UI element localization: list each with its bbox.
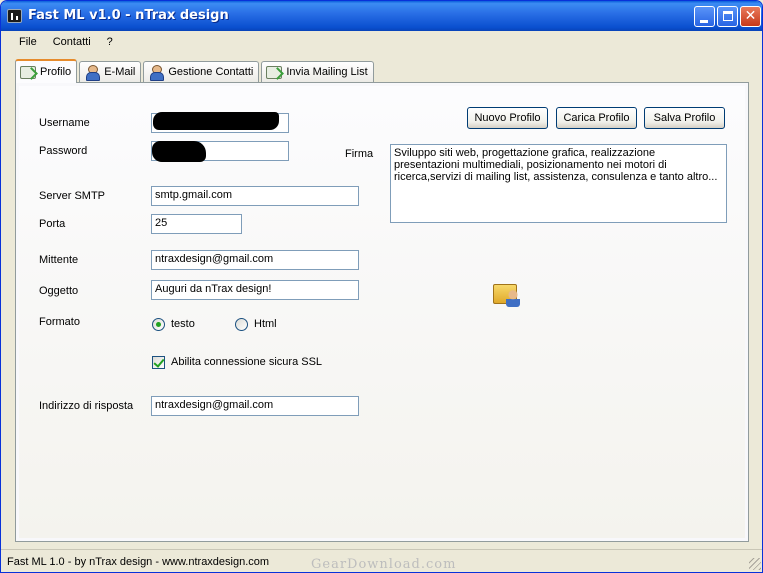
maximize-icon — [723, 11, 733, 21]
porta-input[interactable]: 25 — [151, 214, 242, 234]
envelope-check-icon — [266, 65, 283, 79]
tab-email[interactable]: E-Mail — [79, 61, 142, 82]
mittente-input[interactable]: ntraxdesign@gmail.com — [151, 250, 359, 270]
menu-file[interactable]: File — [11, 36, 45, 48]
watermark: GearDownload.com — [311, 557, 457, 572]
nuovo-profilo-button[interactable]: Nuovo Profilo — [467, 107, 548, 129]
tab-label: Invia Mailing List — [286, 66, 368, 78]
status-text: Fast ML 1.0 - by nTrax design - www.ntra… — [7, 556, 270, 568]
username-label: Username — [39, 117, 90, 129]
app-window: Fast ML v1.0 - nTrax design ✕ File Conta… — [0, 0, 763, 573]
indirizzo-risposta-input[interactable]: ntraxdesign@gmail.com — [151, 396, 359, 416]
app-icon — [7, 9, 22, 23]
porta-label: Porta — [39, 218, 66, 230]
window-title: Fast ML v1.0 - nTrax design — [28, 8, 229, 23]
ssl-checkbox[interactable] — [152, 356, 165, 369]
tab-invia-mailing-list[interactable]: Invia Mailing List — [261, 61, 374, 82]
indirizzo-risposta-label: Indirizzo di risposta — [39, 400, 134, 412]
close-button[interactable]: ✕ — [740, 6, 761, 27]
menu-help[interactable]: ? — [99, 36, 121, 48]
firma-label: Firma — [345, 148, 374, 160]
envelope-check-icon — [20, 65, 36, 79]
password-label: Password — [39, 145, 88, 157]
firma-textarea[interactable]: Sviluppo siti web, progettazione grafica… — [390, 144, 727, 223]
tab-profilo[interactable]: Profilo — [15, 59, 78, 83]
minimize-button[interactable] — [694, 6, 715, 27]
minimize-icon — [700, 20, 708, 23]
tab-strip: Profilo E-Mail Gestione Contatti Invia M… — [15, 59, 376, 83]
password-redaction — [152, 141, 206, 162]
tab-label: Gestione Contatti — [168, 66, 254, 78]
salva-profilo-button[interactable]: Salva Profilo — [644, 107, 725, 129]
user-icon — [84, 64, 101, 81]
tab-label: E-Mail — [104, 66, 136, 78]
ssl-label[interactable]: Abilita connessione sicura SSL — [171, 356, 322, 368]
menu-contatti[interactable]: Contatti — [45, 36, 99, 48]
oggetto-label: Oggetto — [39, 285, 79, 297]
maximize-button[interactable] — [717, 6, 738, 27]
menu-bar: File Contatti ? — [1, 32, 762, 52]
formato-label: Formato — [39, 316, 80, 328]
tab-label: Profilo — [40, 66, 72, 78]
server-smtp-input[interactable]: smtp.gmail.com — [151, 186, 359, 206]
mittente-label: Mittente — [39, 254, 79, 266]
formato-html-label[interactable]: Html — [254, 318, 277, 330]
formato-html-radio[interactable] — [235, 318, 248, 331]
user-icon — [148, 64, 165, 81]
oggetto-input[interactable]: Auguri da nTrax design! — [151, 280, 359, 300]
formato-testo-label[interactable]: testo — [171, 318, 195, 330]
folder-user-icon[interactable] — [492, 281, 524, 309]
carica-profilo-button[interactable]: Carica Profilo — [556, 107, 637, 129]
server-smtp-label: Server SMTP — [39, 190, 106, 202]
close-icon: ✕ — [744, 8, 757, 24]
tab-gestione-contatti[interactable]: Gestione Contatti — [143, 61, 260, 82]
username-redaction — [153, 112, 279, 130]
resize-grip-icon[interactable] — [749, 558, 761, 570]
title-bar[interactable]: Fast ML v1.0 - nTrax design ✕ — [1, 1, 762, 31]
formato-testo-radio[interactable] — [152, 318, 165, 331]
